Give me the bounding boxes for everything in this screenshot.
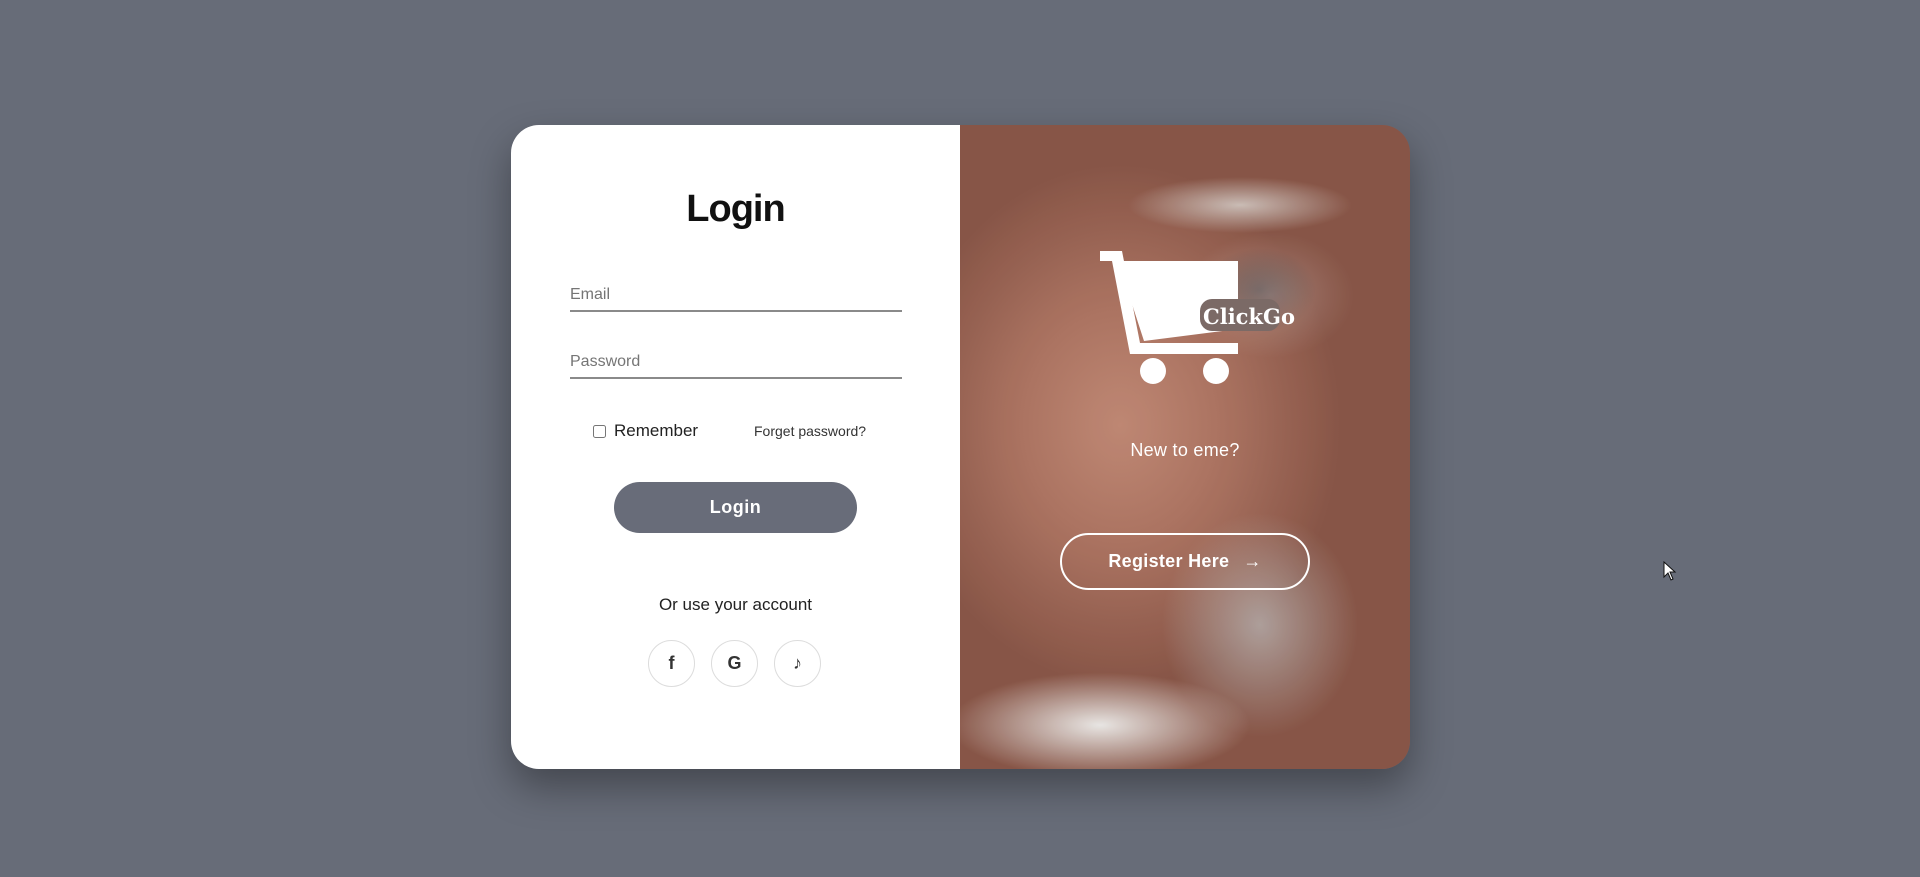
remember-checkbox[interactable]	[593, 424, 606, 438]
auth-card: Login Remember Forget password? Login Or…	[511, 125, 1410, 769]
facebook-icon: f	[668, 653, 675, 673]
google-button[interactable]: G	[711, 640, 758, 687]
password-input[interactable]	[570, 339, 902, 379]
tiktok-button[interactable]: ♪	[774, 640, 821, 687]
register-prompt: New to eme?	[1130, 440, 1240, 460]
forget-password-link[interactable]: Forget password?	[754, 423, 866, 439]
facebook-button[interactable]: f	[648, 640, 695, 687]
arrow-right-icon: →	[1243, 551, 1262, 571]
social-login-text: Or use your account	[658, 595, 813, 614]
brand-text: ClickGo	[1203, 304, 1295, 329]
remember-label: Remember	[614, 421, 699, 440]
login-panel: Login Remember Forget password? Login Or…	[511, 125, 960, 769]
email-input[interactable]	[570, 272, 902, 312]
register-label: Register Here	[1108, 551, 1230, 571]
google-icon: G	[727, 653, 742, 673]
clickgo-logo: ClickGo	[1100, 251, 1295, 384]
social-buttons: f G ♪	[648, 640, 821, 687]
promo-panel: ClickGo New to eme? Register Here →	[960, 125, 1410, 769]
register-button[interactable]: Register Here →	[1060, 533, 1310, 590]
tiktok-icon: ♪	[793, 653, 802, 673]
remember-option[interactable]: Remember	[593, 421, 698, 441]
login-button[interactable]: Login	[614, 482, 857, 533]
mouse-cursor-icon	[1663, 561, 1677, 581]
login-title: Login	[686, 188, 785, 230]
